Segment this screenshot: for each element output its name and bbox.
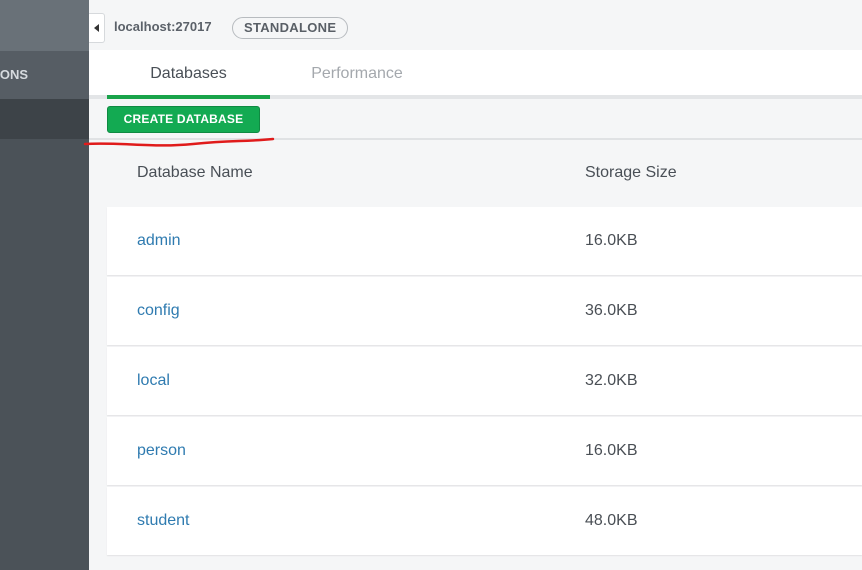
instance-header: localhost:27017 STANDALONE (89, 5, 862, 50)
storage-size-value: 32.0KB (585, 372, 638, 389)
table-row[interactable]: config 36.0KB (107, 277, 862, 345)
storage-size-value: 16.0KB (585, 232, 638, 249)
tab-performance[interactable]: Performance (277, 50, 437, 99)
storage-size-value: 48.0KB (585, 512, 638, 529)
column-header-database-name[interactable]: Database Name (137, 164, 253, 182)
column-header-storage-size[interactable]: Storage Size (585, 164, 677, 182)
sidebar-item-active[interactable] (0, 99, 89, 139)
table-row[interactable]: person 16.0KB (107, 417, 862, 485)
host-label: localhost:27017 (114, 19, 212, 34)
create-database-button[interactable]: CREATE DATABASE (107, 106, 260, 133)
sidebar-section-label: ONS (0, 67, 28, 82)
topology-badge: STANDALONE (232, 17, 349, 39)
database-list: admin 16.0KB config 36.0KB local 32.0KB … (107, 207, 862, 557)
tab-databases[interactable]: Databases (107, 50, 270, 99)
red-underline-annotation (83, 137, 275, 147)
tab-bar: Databases Performance (89, 50, 862, 99)
database-name-link[interactable]: config (137, 302, 180, 320)
collapse-sidebar-button[interactable] (89, 13, 105, 43)
database-name-link[interactable]: student (137, 512, 189, 530)
table-row[interactable]: local 32.0KB (107, 347, 862, 415)
database-name-link[interactable]: admin (137, 232, 181, 250)
database-name-link[interactable]: person (137, 442, 186, 460)
sidebar-section-header[interactable]: ONS (0, 51, 89, 99)
caret-left-icon (94, 24, 99, 32)
database-name-link[interactable]: local (137, 372, 170, 390)
main-panel: localhost:27017 STANDALONE Databases Per… (83, 0, 862, 570)
storage-size-value: 16.0KB (585, 442, 638, 459)
storage-size-value: 36.0KB (585, 302, 638, 319)
sidebar: ONS (0, 0, 89, 570)
sidebar-header (0, 0, 89, 51)
table-row[interactable]: student 48.0KB (107, 487, 862, 555)
table-row[interactable]: admin 16.0KB (107, 207, 862, 275)
